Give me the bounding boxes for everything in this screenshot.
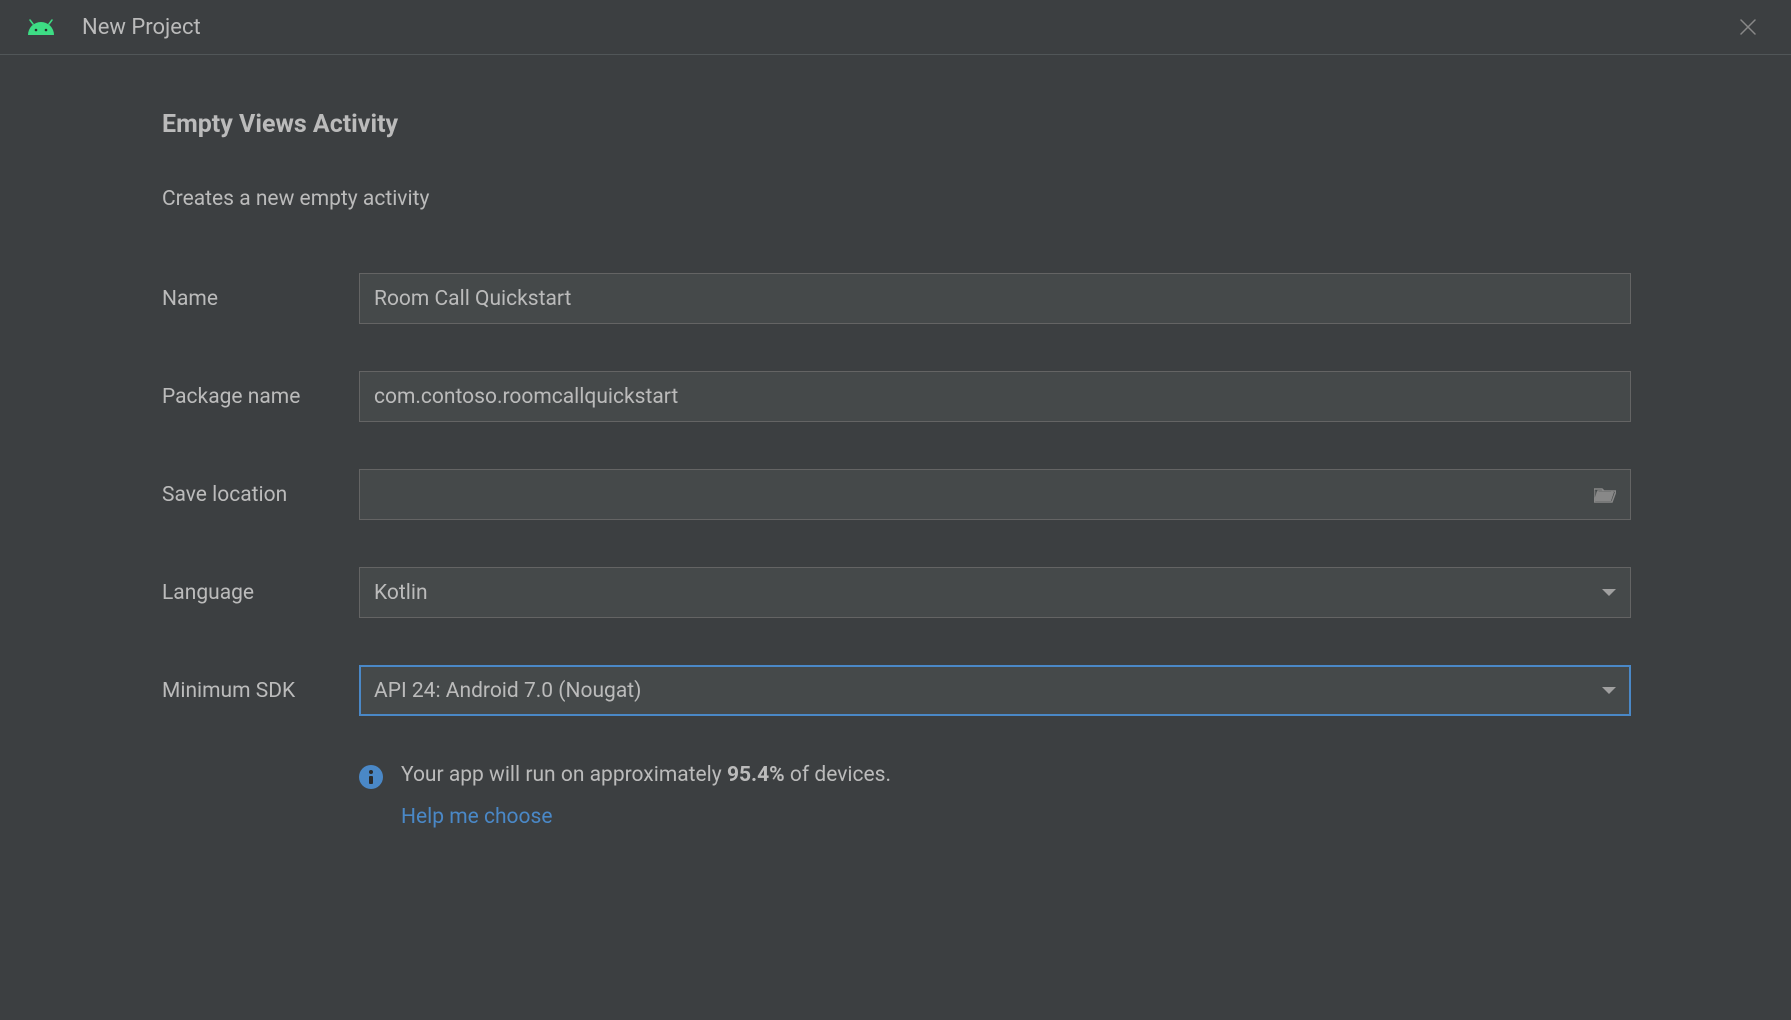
folder-icon: [1594, 486, 1616, 504]
chevron-down-icon: [1602, 687, 1616, 694]
language-row: Language Kotlin: [162, 567, 1631, 618]
package-name-label: Package name: [162, 385, 359, 409]
minimum-sdk-value: API 24: Android 7.0 (Nougat): [374, 679, 1592, 703]
language-dropdown[interactable]: Kotlin: [359, 567, 1631, 618]
minimum-sdk-row: Minimum SDK API 24: Android 7.0 (Nougat): [162, 665, 1631, 716]
language-value: Kotlin: [374, 581, 1592, 605]
minimum-sdk-label: Minimum SDK: [162, 679, 359, 703]
name-field[interactable]: [374, 287, 1616, 311]
close-button[interactable]: [1733, 12, 1763, 42]
save-location-row: Save location: [162, 469, 1631, 520]
name-row: Name: [162, 273, 1631, 324]
package-name-field[interactable]: [374, 385, 1616, 409]
sdk-info-row: Your app will run on approximately 95.4%…: [359, 763, 1631, 829]
titlebar-left: New Project: [28, 14, 201, 40]
content-area: Empty Views Activity Creates a new empty…: [0, 55, 1791, 829]
minimum-sdk-dropdown[interactable]: API 24: Android 7.0 (Nougat): [359, 665, 1631, 716]
browse-folder-button[interactable]: [1594, 486, 1616, 504]
info-icon: [359, 765, 383, 789]
language-label: Language: [162, 581, 359, 605]
package-name-input[interactable]: [359, 371, 1631, 422]
save-location-label: Save location: [162, 483, 359, 507]
package-name-row: Package name: [162, 371, 1631, 422]
info-text-wrap: Your app will run on approximately 95.4%…: [401, 763, 891, 829]
save-location-field[interactable]: [374, 483, 1594, 507]
name-input[interactable]: [359, 273, 1631, 324]
page-subtitle: Creates a new empty activity: [162, 187, 1631, 211]
close-icon: [1740, 19, 1756, 35]
android-icon: [28, 14, 54, 40]
sdk-coverage-text: Your app will run on approximately 95.4%…: [401, 763, 891, 787]
help-me-choose-link[interactable]: Help me choose: [401, 805, 891, 829]
window-title: New Project: [82, 15, 201, 40]
name-label: Name: [162, 287, 359, 311]
titlebar: New Project: [0, 0, 1791, 55]
save-location-input[interactable]: [359, 469, 1631, 520]
chevron-down-icon: [1602, 589, 1616, 596]
page-heading: Empty Views Activity: [162, 110, 1631, 139]
